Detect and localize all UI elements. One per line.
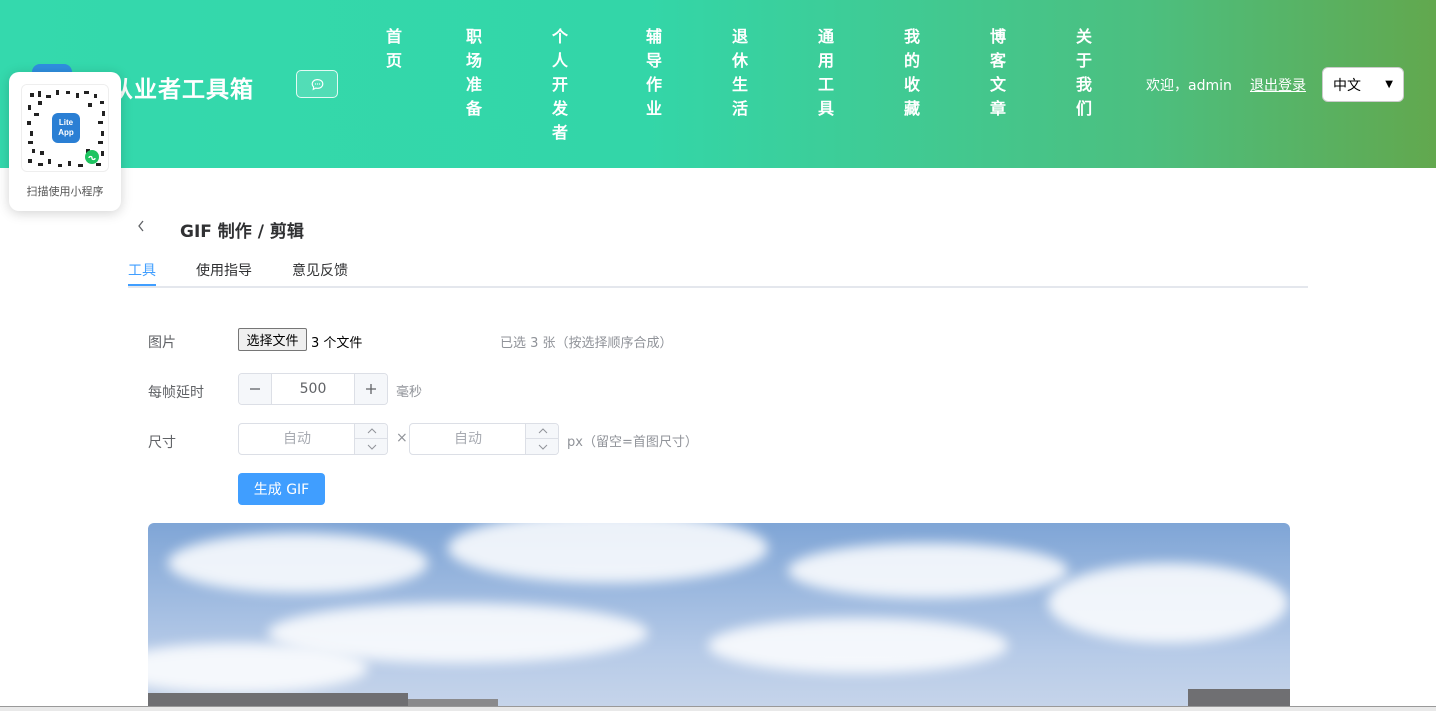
delay-stepper: 500	[238, 373, 388, 405]
nav-indie-dev[interactable]: 个人开发者	[549, 25, 571, 145]
chat-bubble-icon	[311, 78, 323, 90]
plus-icon	[366, 384, 376, 394]
chevron-down-icon: ▼	[1385, 79, 1393, 90]
nav-about[interactable]: 关于我们	[1073, 25, 1095, 121]
qr-caption: 扫描使用小程序	[26, 185, 104, 198]
cloud	[168, 533, 428, 593]
nav-career-prep[interactable]: 职场准备	[463, 25, 485, 121]
height-placeholder: 自动	[454, 431, 482, 447]
width-input[interactable]: 自动	[238, 423, 388, 455]
delay-input[interactable]: 500	[272, 374, 354, 404]
selected-hint: 已选 3 张（按选择顺序合成）	[500, 336, 673, 351]
chevron-up-icon	[367, 428, 376, 434]
cloud	[708, 618, 1008, 673]
active-tab-indicator	[128, 284, 156, 286]
width-decrement[interactable]	[355, 439, 388, 454]
tab-tool[interactable]: 工具	[128, 260, 156, 280]
generate-gif-button[interactable]: 生成 GIF	[238, 473, 325, 505]
nav-general-tools[interactable]: 通用工具	[815, 25, 837, 121]
width-placeholder: 自动	[283, 431, 311, 447]
mini-program-qr-card: Lite App 扫描使用小程序	[9, 72, 121, 211]
bottom-scrollbar[interactable]	[0, 706, 1436, 711]
width-spinner	[354, 424, 388, 454]
tab-bar: 工具 使用指导 意见反馈	[128, 258, 1308, 288]
height-increment[interactable]	[526, 424, 559, 439]
tab-guide[interactable]: 使用指导	[196, 260, 252, 280]
cloud	[448, 523, 768, 583]
minus-icon	[250, 388, 260, 390]
nav-home[interactable]: 首页	[383, 25, 405, 73]
qr-logo-text-2: App	[58, 128, 74, 137]
size-hint: px（留空=首图尺寸）	[567, 435, 698, 450]
delay-label: 每帧延时	[148, 385, 204, 401]
nav-homework[interactable]: 辅导作业	[643, 25, 665, 121]
page-title: GIF 制作 / 剪辑	[180, 222, 304, 242]
height-decrement[interactable]	[526, 439, 559, 454]
times-sign: ×	[396, 430, 408, 446]
width-increment[interactable]	[355, 424, 388, 439]
tab-feedback[interactable]: 意见反馈	[292, 260, 348, 280]
chevron-up-icon	[538, 428, 547, 434]
welcome-text: 欢迎，admin	[1146, 78, 1232, 94]
height-input[interactable]: 自动	[409, 423, 559, 455]
nav-blog[interactable]: 博客文章	[987, 25, 1009, 121]
chevron-left-icon	[138, 220, 144, 232]
decrease-delay-button[interactable]	[239, 374, 272, 404]
language-select[interactable]: 中文 ▼	[1322, 67, 1404, 102]
language-value: 中文	[1333, 77, 1361, 94]
size-label: 尺寸	[148, 435, 176, 451]
cloud	[148, 643, 368, 693]
qr-code-image: Lite App	[21, 84, 109, 172]
delay-unit: 毫秒	[396, 385, 423, 400]
nav-retirement[interactable]: 退休生活	[729, 25, 751, 121]
cloud	[1048, 563, 1288, 643]
logout-link[interactable]: 退出登录	[1250, 75, 1306, 95]
chevron-down-icon	[367, 444, 376, 450]
back-button[interactable]	[136, 218, 152, 238]
nav-favorites[interactable]: 我的收藏	[901, 25, 923, 121]
height-spinner	[525, 424, 559, 454]
increase-delay-button[interactable]	[354, 374, 387, 404]
top-header: 件从业者工具箱 首页 职场准备 个人开发者 辅导作业 退休生活 通用工具 我的收…	[0, 0, 1436, 168]
image-label: 图片	[148, 335, 176, 351]
qr-logo-text-1: Lite	[59, 118, 74, 127]
file-count: 3 个文件	[311, 336, 363, 351]
cloud	[788, 543, 1068, 598]
choose-file-button[interactable]: 选择文件	[238, 328, 307, 351]
chevron-down-icon	[538, 444, 547, 450]
chat-button[interactable]	[296, 70, 338, 98]
gif-preview-image	[148, 523, 1290, 711]
